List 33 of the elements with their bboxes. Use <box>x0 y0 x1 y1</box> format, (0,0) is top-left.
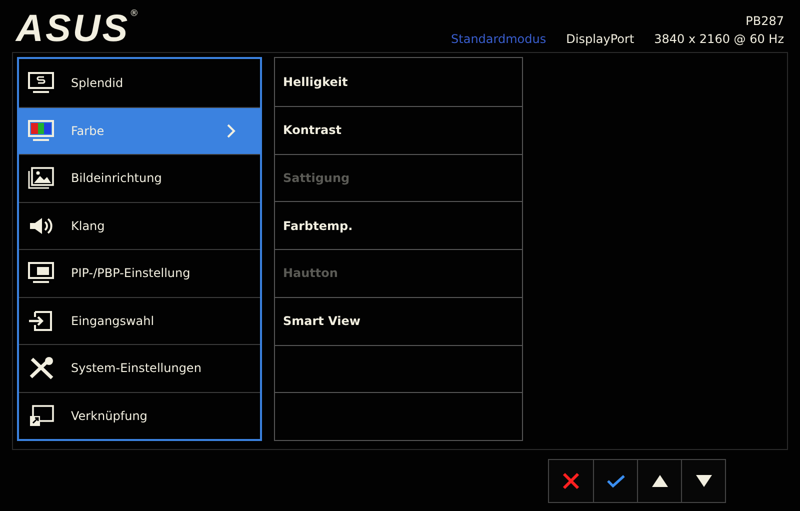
submenu-item[interactable]: Farbtemp. <box>283 216 353 235</box>
up-triangle-icon <box>650 474 668 488</box>
menu-item[interactable]: Klang <box>19 202 260 249</box>
tools-icon <box>27 356 55 380</box>
monitor-icon <box>27 261 55 286</box>
check-icon <box>606 474 626 488</box>
menu-item[interactable]: PIP-/PBP-Einstellung <box>19 249 260 296</box>
input-icon <box>27 308 55 333</box>
menu-item[interactable]: Bildeinrichtung <box>19 154 260 202</box>
monitor-icon <box>27 70 55 95</box>
image-icon <box>27 166 55 190</box>
resolution-label: 3840 x 2160 @ 60 Hz <box>654 31 784 48</box>
mode-label: Standardmodus <box>451 31 546 48</box>
input-label: DisplayPort <box>566 31 634 48</box>
confirm-button[interactable] <box>593 460 637 502</box>
menu-item[interactable]: Splendid <box>19 59 260 106</box>
menu-item[interactable]: Verknüpfung <box>19 392 260 439</box>
close-icon <box>561 471 581 491</box>
down-triangle-icon <box>694 474 712 488</box>
color-bars-icon <box>27 118 55 143</box>
submenu-item[interactable]: Smart View <box>283 312 360 330</box>
menu-item[interactable]: System-Einstellungen <box>19 344 260 392</box>
registered-mark: ® <box>130 10 139 19</box>
menu-item[interactable]: Eingangswahl <box>19 296 260 344</box>
shortcut-icon <box>27 404 55 428</box>
submenu-item[interactable]: Kontrast <box>283 121 342 140</box>
up-button[interactable] <box>637 460 681 502</box>
close-button[interactable] <box>549 460 593 502</box>
logo: ASUS <box>16 10 130 48</box>
model-name: PB287 <box>746 13 784 30</box>
chevron-right-icon <box>226 122 236 139</box>
submenu-item[interactable]: Helligkeit <box>283 72 348 91</box>
down-button[interactable] <box>681 460 725 502</box>
